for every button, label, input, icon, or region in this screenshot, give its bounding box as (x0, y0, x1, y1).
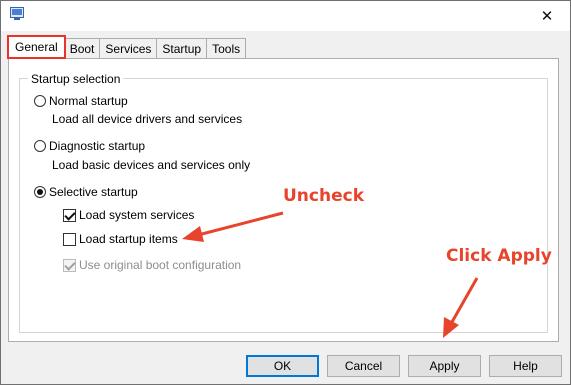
diagnostic-startup-label: Diagnostic startup (49, 139, 146, 153)
title-bar: ✕ (1, 1, 570, 31)
tab-boot[interactable]: Boot (63, 38, 101, 58)
normal-startup-radio[interactable]: Normal startup (34, 94, 128, 108)
apply-button[interactable]: Apply (408, 355, 481, 377)
ok-button[interactable]: OK (246, 355, 319, 377)
msconfig-icon (10, 7, 24, 20)
tab-startup[interactable]: Startup (156, 38, 208, 58)
selective-startup-radio[interactable]: Selective startup (34, 185, 138, 199)
startup-selection-legend: Startup selection (28, 72, 124, 86)
checkbox-box (63, 258, 76, 272)
load-system-services-label: Load system services (79, 208, 195, 222)
tab-tools[interactable]: Tools (206, 38, 247, 58)
radio-circle (34, 186, 46, 198)
cancel-button[interactable]: Cancel (327, 355, 400, 377)
normal-startup-label: Normal startup (49, 94, 128, 108)
help-button[interactable]: Help (489, 355, 562, 377)
tab-bar: General Boot Services Startup Tools (7, 35, 247, 59)
diagnostic-startup-description: Load basic devices and services only (52, 158, 251, 172)
click-apply-annotation: Click Apply (446, 246, 552, 266)
close-icon: ✕ (540, 8, 554, 25)
radio-circle (34, 140, 46, 152)
checkbox-box (63, 232, 76, 246)
use-original-boot-config-label: Use original boot configuration (79, 258, 242, 272)
use-original-boot-config-checkbox: Use original boot configuration (63, 258, 241, 272)
load-system-services-checkbox[interactable]: Load system services (63, 208, 194, 222)
tab-general[interactable]: General (7, 35, 66, 59)
close-button[interactable]: ✕ (524, 1, 570, 31)
tab-services[interactable]: Services (99, 38, 158, 58)
uncheck-annotation: Uncheck (283, 186, 364, 206)
normal-startup-description: Load all device drivers and services (52, 112, 243, 126)
load-startup-items-label: Load startup items (79, 232, 178, 246)
load-startup-items-checkbox[interactable]: Load startup items (63, 232, 178, 246)
selective-startup-label: Selective startup (49, 185, 138, 199)
diagnostic-startup-radio[interactable]: Diagnostic startup (34, 139, 145, 153)
radio-circle (34, 95, 46, 107)
checkbox-box (63, 208, 76, 222)
